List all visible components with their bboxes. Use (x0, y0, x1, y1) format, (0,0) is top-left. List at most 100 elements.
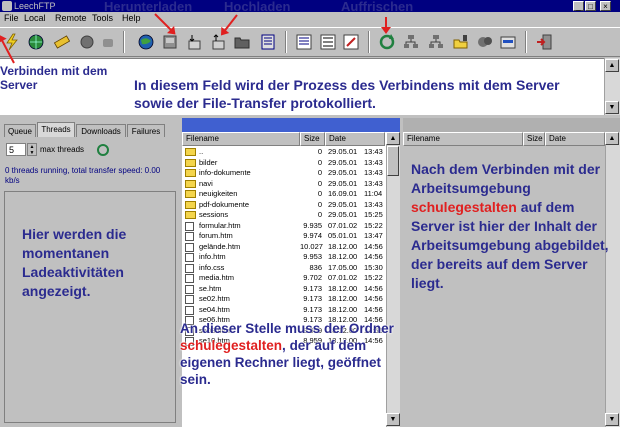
remote-scroll-down-button[interactable]: ▼ (605, 413, 619, 426)
file-size: 9.173 (303, 294, 322, 303)
exit-icon[interactable] (535, 33, 553, 51)
menu-file[interactable]: File (4, 12, 19, 25)
local-path-bar (182, 118, 400, 132)
folder-icon (185, 179, 196, 188)
disconnect-icon[interactable] (53, 33, 71, 51)
local-scroll-up-button[interactable]: ▲ (386, 132, 400, 145)
stop-icon[interactable] (78, 33, 96, 51)
edit-icon[interactable] (342, 33, 360, 51)
file-name: navi (199, 178, 213, 188)
table-row[interactable]: info-dokumente 0 29.05.01 13:43 (182, 168, 385, 179)
remote-col-date[interactable]: Date (545, 132, 605, 146)
file-date: 18.12.00 (328, 252, 358, 261)
table-row[interactable]: se04.htm 9.173 18.12.00 14:56 (182, 305, 385, 316)
download-file-icon[interactable] (185, 33, 203, 51)
toolbar-separator (123, 31, 125, 53)
file-size: 836 (309, 262, 322, 272)
file-icon (185, 253, 194, 262)
file-icon (185, 284, 194, 294)
menu-local[interactable]: Local (24, 12, 46, 25)
view-details-icon[interactable] (319, 33, 337, 51)
scroll-up-button[interactable]: ▲ (605, 59, 619, 72)
file-date: 18.12.00 (328, 283, 358, 293)
maximize-button[interactable]: □ (585, 1, 596, 11)
folder-icon (185, 190, 196, 198)
local-annotation-part1: An dieser Stelle muss der Ordner (180, 321, 394, 336)
file-date: 18.12.00 (328, 241, 358, 251)
app-icon[interactable] (2, 1, 12, 11)
threads-input[interactable]: 5 (6, 143, 26, 156)
table-row[interactable]: pdf-dokumente 0 29.05.01 13:43 (182, 200, 385, 211)
chat-icon[interactable] (476, 33, 494, 51)
tab-threads[interactable]: Threads (37, 122, 75, 137)
toolbar-separator (285, 31, 287, 53)
remote-scroll-up-button[interactable]: ▲ (605, 132, 619, 145)
table-row[interactable]: .. 0 29.05.01 13:43 (182, 147, 385, 158)
network-2-icon[interactable] (427, 33, 445, 51)
file-size: 9.173 (303, 304, 322, 314)
file-name: se04.htm (199, 304, 230, 314)
network-icon[interactable] (402, 33, 420, 51)
file-icon (185, 263, 194, 273)
file-icon (185, 274, 194, 283)
table-row[interactable]: forum.htm 9.974 05.01.01 13:47 (182, 231, 385, 242)
file-time: 15:22 (364, 273, 383, 282)
remote-path-bar (403, 118, 620, 132)
remote-col-size[interactable]: Size (523, 132, 545, 146)
file-time: 15:30 (364, 262, 383, 272)
file-date: 07.01.02 (328, 220, 358, 230)
view-list-icon[interactable] (295, 33, 313, 51)
table-row[interactable]: info.css 836 17.05.00 15:30 (182, 263, 385, 274)
globe-icon[interactable] (27, 33, 45, 51)
window-title: LeechFTP (14, 1, 56, 11)
file-time: 15:22 (364, 220, 383, 230)
local-col-size[interactable]: Size (300, 132, 325, 146)
tab-downloads[interactable]: Downloads (76, 124, 126, 137)
hand-icon[interactable] (99, 33, 117, 51)
file-name: gelände.htm (199, 241, 241, 251)
table-row[interactable]: bilder 0 29.05.01 13:43 (182, 158, 385, 169)
table-row[interactable]: neuigkeiten 0 16.09.01 11:04 (182, 189, 385, 200)
table-row[interactable]: navi 0 29.05.01 13:43 (182, 179, 385, 190)
local-scroll-down-button[interactable]: ▼ (386, 413, 400, 426)
threads-stepper[interactable]: ▲ ▼ (27, 143, 37, 156)
table-row[interactable]: sessions 0 29.05.01 15:25 (182, 210, 385, 221)
file-time: 13:43 (364, 147, 383, 156)
file-name: se02.htm (199, 294, 230, 303)
file-date: 29.05.01 (328, 199, 358, 209)
scroll-down-button[interactable]: ▼ (605, 101, 619, 114)
new-folder-icon[interactable] (452, 33, 470, 51)
tab-failures[interactable]: Failures (127, 124, 165, 137)
file-date: 16.09.01 (328, 189, 358, 198)
toolbar-separator (368, 31, 370, 53)
table-row[interactable]: gelände.htm 10.027 18.12.00 14:56 (182, 242, 385, 253)
tab-queue[interactable]: Queue (4, 124, 36, 137)
file-date: 29.05.01 (328, 168, 358, 177)
folder-icon[interactable] (233, 33, 251, 51)
menu-remote[interactable]: Remote (55, 12, 87, 25)
local-col-filename[interactable]: Filename (182, 132, 300, 146)
table-row[interactable]: se02.htm 9.173 18.12.00 14:56 (182, 294, 385, 305)
remote-col-filename[interactable]: Filename (403, 132, 523, 146)
log-annotation: In diesem Feld wird der Prozess des Verb… (134, 77, 560, 111)
file-time: 13:43 (364, 157, 383, 167)
close-button[interactable]: × (600, 1, 611, 11)
file-name: formular.htm (199, 220, 241, 230)
refresh-label: Auffrischen (341, 0, 414, 14)
settings-icon[interactable] (499, 33, 517, 51)
minimize-button[interactable]: _ (573, 1, 584, 11)
threads-apply-icon[interactable] (96, 143, 110, 156)
file-name: info.css (199, 262, 225, 272)
local-col-date[interactable]: Date (325, 132, 385, 146)
local-scroll-thumb[interactable] (387, 146, 399, 176)
table-row[interactable]: formular.htm 9.935 07.01.02 15:22 (182, 221, 385, 232)
table-row[interactable]: se.htm 9.173 18.12.00 14:56 (182, 284, 385, 295)
local-annotation-highlight: schulegestalten (180, 338, 283, 353)
file-size: 0 (317, 210, 322, 219)
refresh-icon[interactable] (378, 33, 396, 51)
site-globe-icon[interactable] (137, 33, 155, 51)
table-row[interactable]: info.htm 9.953 18.12.00 14:56 (182, 252, 385, 263)
table-row[interactable]: media.htm 9.702 07.01.02 15:22 (182, 273, 385, 284)
download-label: Herunterladen (104, 0, 193, 14)
properties-icon[interactable] (259, 33, 277, 51)
